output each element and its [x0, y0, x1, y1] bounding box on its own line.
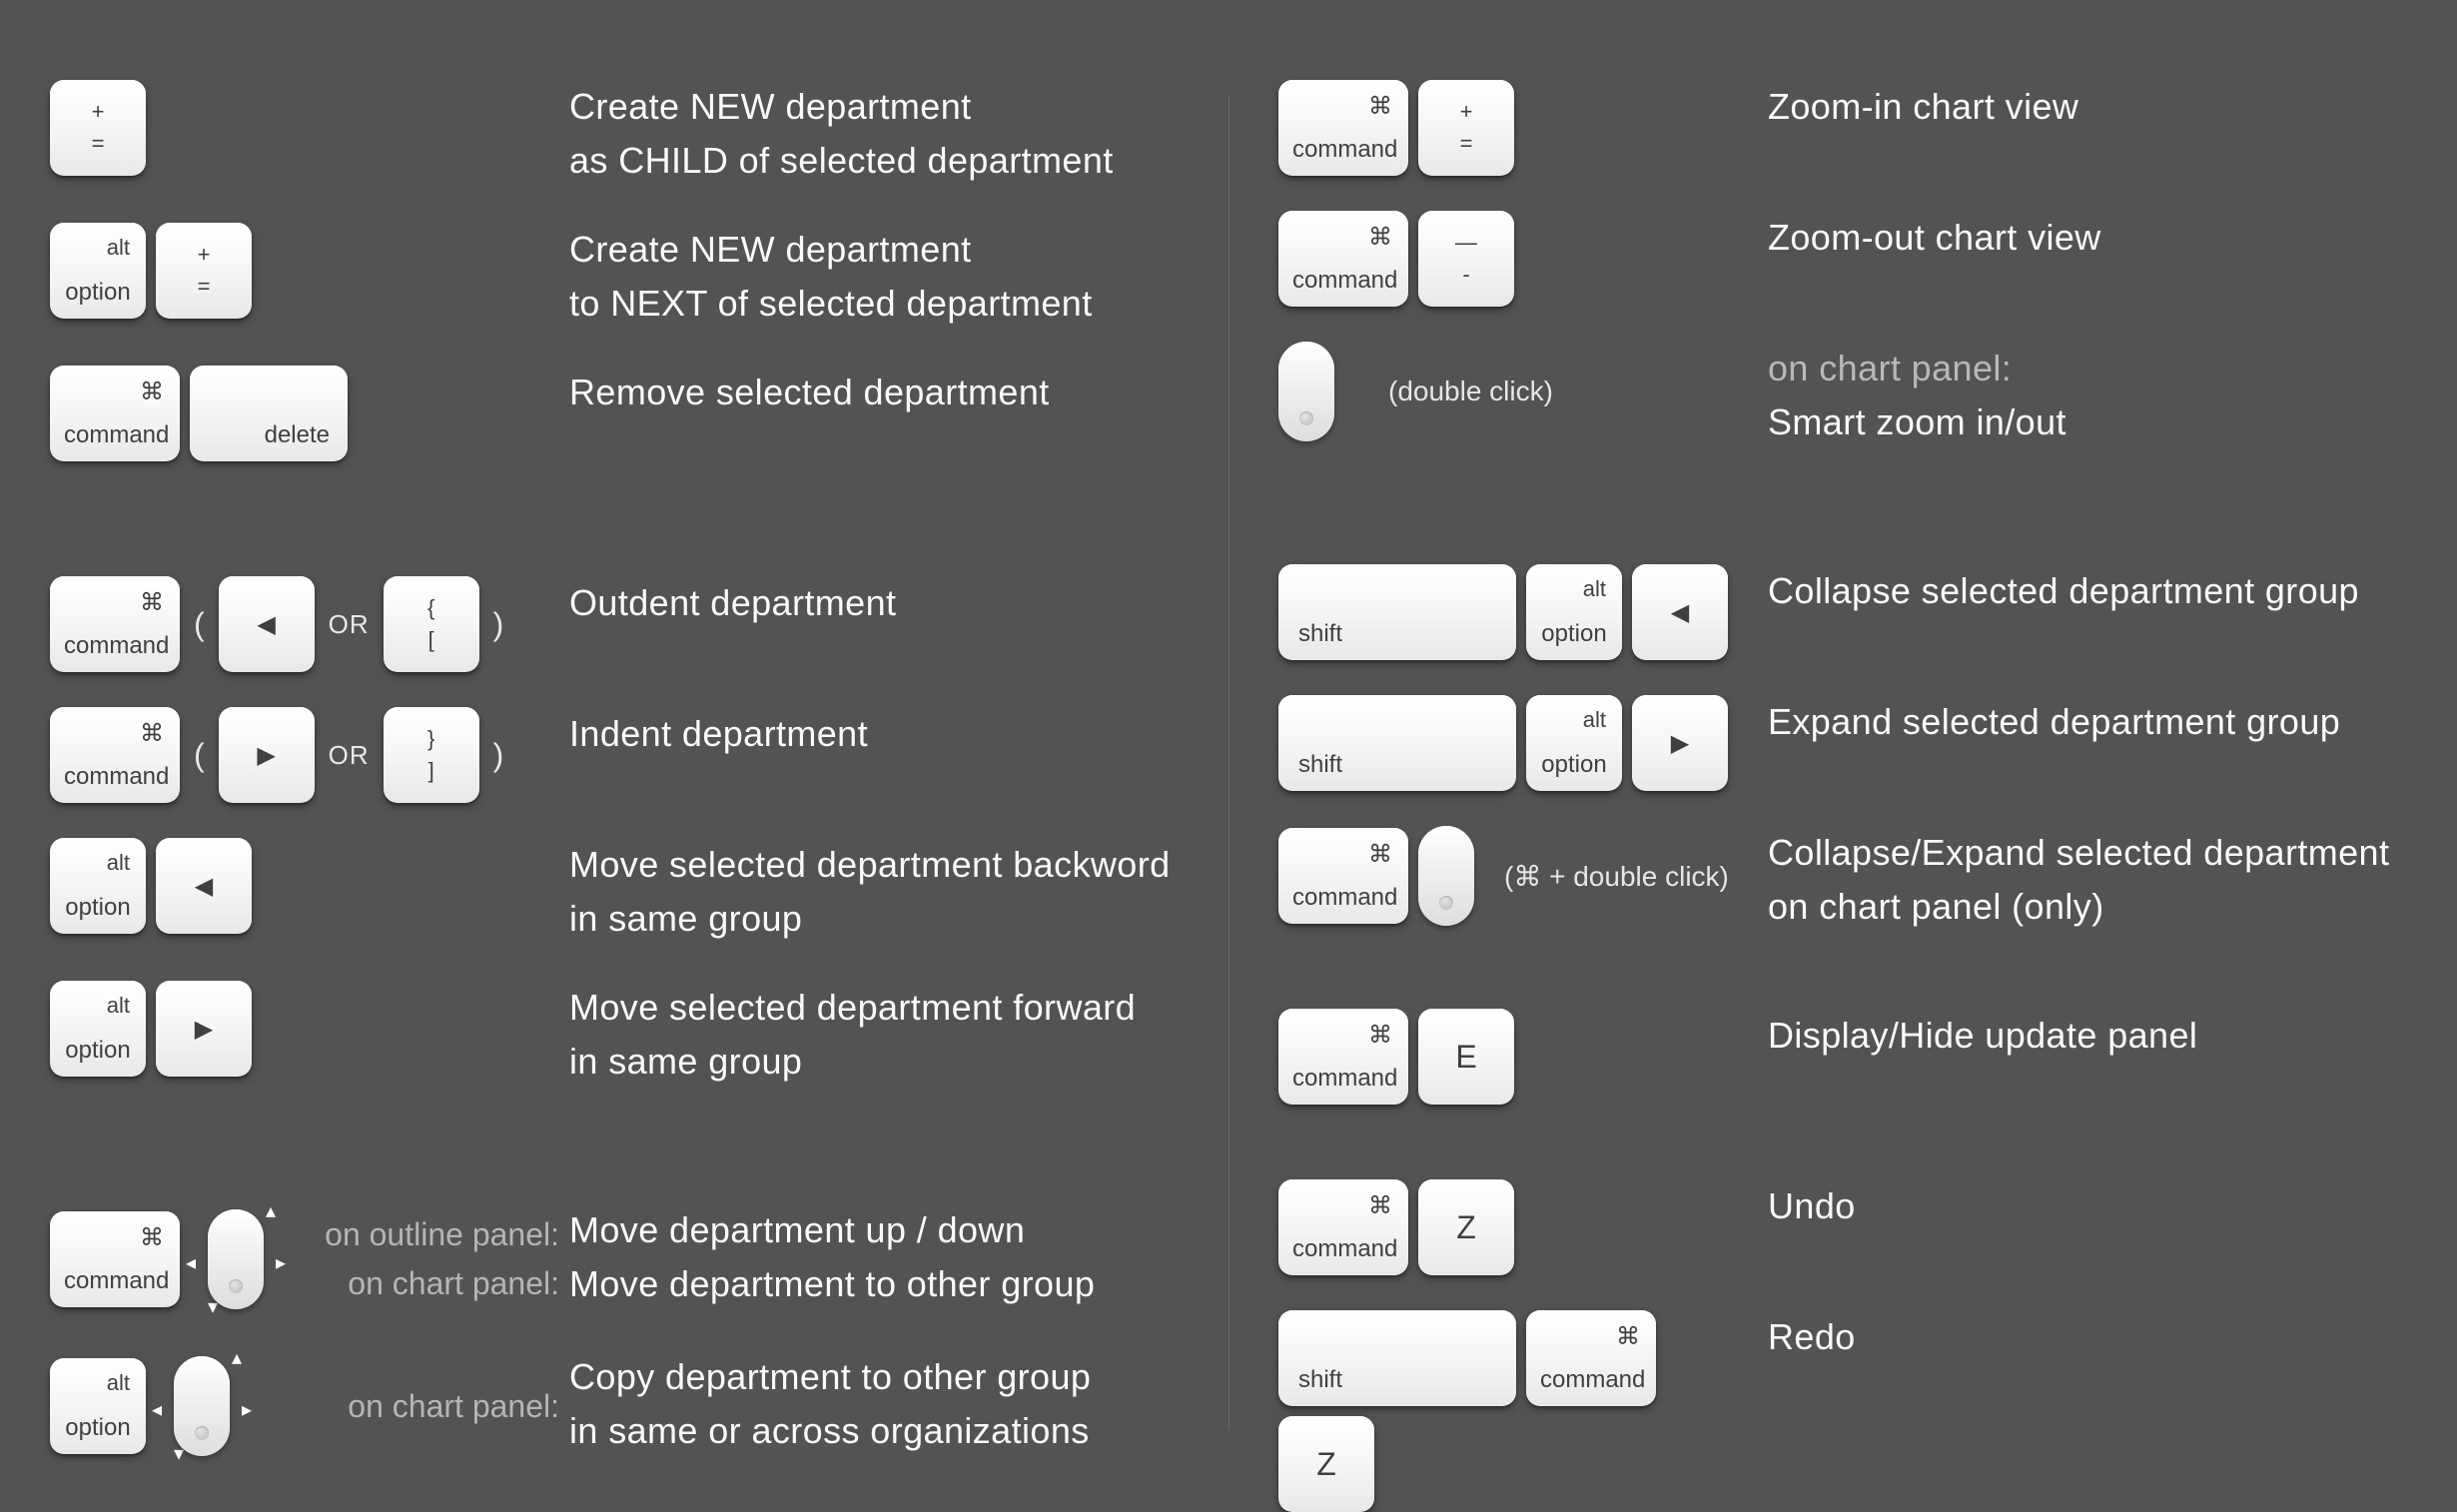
mouse-icon — [174, 1356, 230, 1456]
column-divider — [1228, 95, 1229, 1430]
desc: Outdent department — [569, 576, 1179, 630]
key-option: alt option — [50, 1358, 146, 1454]
desc: Move department up / down Move departmen… — [569, 1203, 1179, 1311]
key-delete: delete — [190, 366, 348, 461]
row-smart-zoom: (double click) on chart panel: Smart zoo… — [1278, 342, 2407, 449]
row-redo: shift ⌘ command Z Redo — [1278, 1310, 2407, 1512]
key-arrow-right: ▶ — [219, 707, 315, 803]
row-move-forward: alt option ▶ Move selected department fo… — [50, 981, 1179, 1089]
key-e: E — [1418, 1009, 1514, 1105]
key-plus-equals: + = — [156, 223, 252, 319]
key-shift: shift — [1278, 695, 1516, 791]
desc: Redo — [1768, 1310, 2407, 1364]
or: OR — [325, 707, 374, 803]
row-indent: ⌘ command ( ▶ OR } ] — [50, 707, 1179, 803]
row-expand: shift alt option ▶ Expand sele — [1278, 695, 2407, 791]
desc: Create NEW department as CHILD of select… — [569, 80, 1179, 188]
row-create-child: + = Create NEW department as CHILD of se… — [50, 80, 1179, 188]
desc: Undo — [1768, 1179, 2407, 1233]
paren-open: ( — [190, 707, 209, 803]
row-toggle-update-panel: ⌘ command E Display/Hide update panel — [1278, 1009, 2407, 1105]
key-minus: — - — [1418, 211, 1514, 307]
desc: Create NEW department to NEXT of selecte… — [569, 223, 1179, 331]
row-collapse-expand-click: ⌘ command (⌘ + double click) Collapse/Ex… — [1278, 826, 2407, 934]
key-command: ⌘ command — [50, 707, 180, 803]
row-create-next: alt option + = Create NEW department to … — [50, 223, 1179, 331]
key-command: ⌘ command — [1278, 80, 1408, 176]
key-option: alt option — [50, 981, 146, 1077]
row-zoom-in: ⌘ command + = Zoom-in chart view — [1278, 80, 2407, 176]
key-arrow-left: ◀ — [156, 838, 252, 934]
key-option: alt option — [1526, 695, 1622, 791]
key-arrow-left: ◀ — [219, 576, 315, 672]
row-outdent: ⌘ command ( ◀ OR { [ — [50, 576, 1179, 672]
key-brace-open: { [ — [384, 576, 479, 672]
key-command: ⌘ command — [1278, 828, 1408, 924]
key-command: ⌘ command — [1526, 1310, 1656, 1406]
context-label: on chart panel: — [348, 1265, 559, 1302]
left-column: + = Create NEW department as CHILD of se… — [0, 0, 1228, 1490]
row-move-backward: alt option ◀ Move selected department ba… — [50, 838, 1179, 946]
key-plus-equals: + = — [1418, 80, 1514, 176]
row-remove: ⌘ command delete Remove selected departm… — [50, 366, 1179, 461]
key-option: alt option — [50, 223, 146, 319]
desc: Zoom-out chart view — [1768, 211, 2407, 265]
right-column: ⌘ command + = Zoom-in chart view — [1228, 0, 2457, 1490]
desc: Indent department — [569, 707, 1179, 761]
row-zoom-out: ⌘ command — - Zoom-out chart view — [1278, 211, 2407, 307]
row-collapse: shift alt option ◀ Collapse se — [1278, 564, 2407, 660]
mouse-drag-icon: ▴ ▾ ◂ ▸ — [190, 1203, 282, 1315]
row-undo: ⌘ command Z Undo — [1278, 1179, 2407, 1275]
key-z: Z — [1278, 1416, 1374, 1512]
mouse-icon — [1278, 342, 1334, 441]
key-arrow-left: ◀ — [1632, 564, 1728, 660]
key-command: ⌘ command — [50, 1211, 180, 1307]
key-option: alt option — [1526, 564, 1622, 660]
row-option-drag: alt option ▴ ▾ ◂ ▸ — [50, 1350, 1179, 1462]
key-command: ⌘ command — [1278, 1009, 1408, 1105]
key-command: ⌘ command — [1278, 1179, 1408, 1275]
or: OR — [325, 576, 374, 672]
key-z: Z — [1418, 1179, 1514, 1275]
shortcut-reference: + = Create NEW department as CHILD of se… — [0, 0, 2457, 1490]
key-shift: shift — [1278, 1310, 1516, 1406]
key-command: ⌘ command — [1278, 211, 1408, 307]
key-arrow-right: ▶ — [156, 981, 252, 1077]
key-command: ⌘ command — [50, 366, 180, 461]
context-label: on chart panel: — [348, 1388, 559, 1425]
desc: Zoom-in chart view — [1768, 80, 2407, 134]
mouse-drag-icon: ▴ ▾ ◂ ▸ — [156, 1350, 248, 1462]
key-plus-equals: + = — [50, 80, 146, 176]
mouse-note: (⌘ + double click) — [1504, 860, 1729, 893]
paren-close: ) — [489, 707, 508, 803]
desc: Copy department to other group in same o… — [569, 1350, 1179, 1458]
key-arrow-right: ▶ — [1632, 695, 1728, 791]
desc: Remove selected department — [569, 366, 1179, 419]
row-cmd-drag: ⌘ command ▴ ▾ ◂ ▸ — [50, 1203, 1179, 1315]
key-shift: shift — [1278, 564, 1516, 660]
mouse-icon — [208, 1209, 264, 1309]
key-brace-close: } ] — [384, 707, 479, 803]
mouse-icon — [1418, 826, 1474, 926]
paren-open: ( — [190, 576, 209, 672]
context-label: on outline panel: — [325, 1216, 559, 1253]
mouse-note: (double click) — [1388, 376, 1553, 407]
key-option: alt option — [50, 838, 146, 934]
desc: Move selected department forward in same… — [569, 981, 1179, 1089]
desc: Collapse/Expand selected department on c… — [1768, 826, 2407, 934]
desc: Move selected department backword in sam… — [569, 838, 1179, 946]
desc: Display/Hide update panel — [1768, 1009, 2407, 1063]
desc: on chart panel: Smart zoom in/out — [1768, 342, 2407, 449]
desc: Collapse selected department group — [1768, 564, 2407, 618]
key-command: ⌘ command — [50, 576, 180, 672]
paren-close: ) — [489, 576, 508, 672]
desc: Expand selected department group — [1768, 695, 2407, 749]
